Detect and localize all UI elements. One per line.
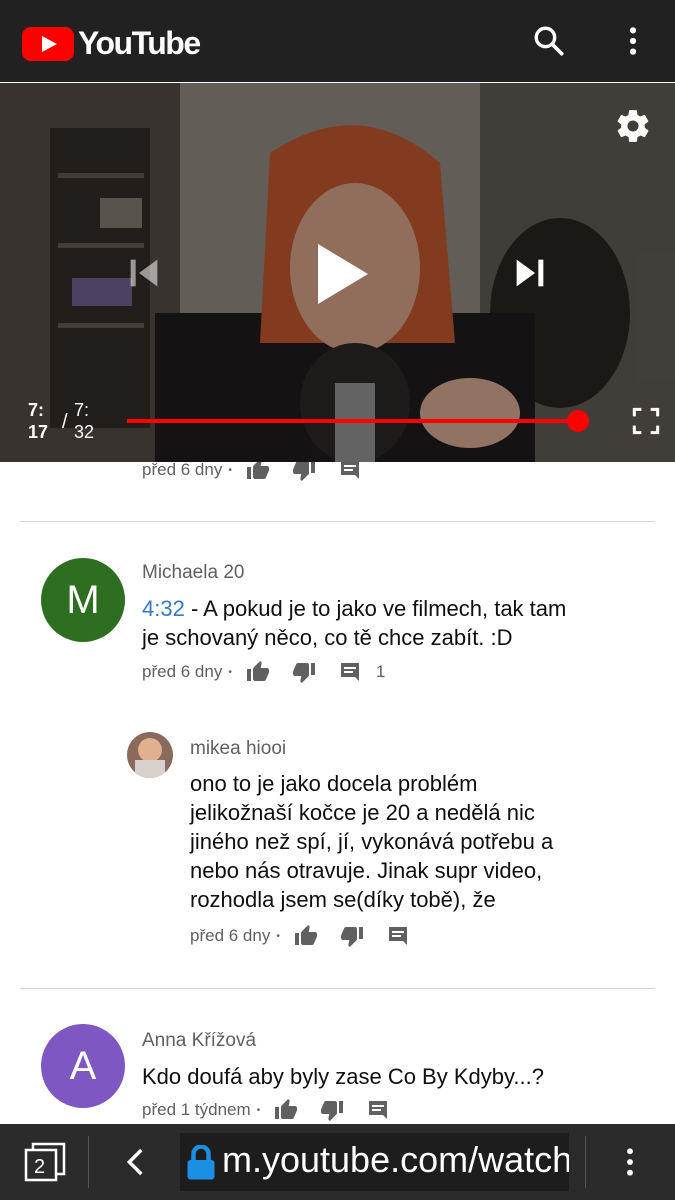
current-time-seconds: 17 <box>28 422 49 442</box>
dislike-icon[interactable] <box>290 660 318 684</box>
comment-text-line: jelikožnaší kočce je 20 a nedělá nic <box>190 800 535 825</box>
app-header: YouTube <box>0 0 675 82</box>
reply-icon[interactable] <box>384 924 412 948</box>
previous-icon[interactable] <box>124 253 164 293</box>
separator-dot: • <box>256 1104 261 1116</box>
comment-time: před 1 týdnem <box>142 1100 251 1119</box>
comment-divider <box>20 521 655 522</box>
like-icon[interactable] <box>272 1098 300 1122</box>
browser-toolbar: 2 m.youtube.com/watch?v= <box>0 1124 675 1200</box>
comment-author[interactable]: mikea hiooi <box>190 738 286 760</box>
comment-text-line: ono to je jako docela problém <box>190 771 478 796</box>
timestamp-link[interactable]: 4:32 <box>142 596 185 621</box>
dislike-icon[interactable] <box>338 924 366 948</box>
comment-time: před 6 dny <box>142 462 223 479</box>
like-icon[interactable] <box>244 462 272 482</box>
current-time: 7: 17 <box>28 399 48 443</box>
comment-text-line: je schovaný něco, co tě chce zabít. :D <box>142 625 513 650</box>
reply-icon[interactable] <box>364 1098 392 1122</box>
more-vert-icon[interactable] <box>614 1146 646 1178</box>
separator-dot: • <box>228 666 232 678</box>
comment-text: 4:32 - A pokud je to jako ve filmech, ta… <box>142 594 642 652</box>
fullscreen-icon[interactable] <box>632 407 660 435</box>
current-time-minutes: 7: <box>28 400 45 420</box>
comment-divider <box>20 988 655 989</box>
like-icon[interactable] <box>244 660 272 684</box>
time-separator: / <box>62 411 68 433</box>
like-icon[interactable] <box>292 924 320 948</box>
comment-author[interactable]: Michaela 20 <box>142 562 244 584</box>
tab-count: 2 <box>34 1156 46 1178</box>
comment-text-line: rozhodla jsem se(díky tobě), že <box>190 887 496 912</box>
avatar-letter: A <box>69 1043 97 1088</box>
comment-text-line: jiného než spí, jí, vykonává potřebu a <box>190 829 554 854</box>
separator-dot: • <box>276 930 280 942</box>
address-bar[interactable]: m.youtube.com/watch?v= <box>180 1133 569 1191</box>
youtube-logo-text: YouTube <box>78 25 201 61</box>
dislike-icon[interactable] <box>318 1098 346 1122</box>
url-text: m.youtube.com/watch?v= <box>222 1139 569 1180</box>
avatar[interactable]: M <box>41 558 125 642</box>
comment-text-line: nebo nás otravuje. Jinak supr video, <box>190 858 543 883</box>
comments-section: před 6 dny • M Michaela 20 4:32 - A poku… <box>0 462 675 1124</box>
youtube-play-logo-icon <box>22 26 74 61</box>
toolbar-divider <box>88 1136 89 1188</box>
progress-bar[interactable] <box>127 419 578 423</box>
comment-time: před 6 dny <box>190 926 271 945</box>
duration: 7: 32 <box>74 399 94 443</box>
comment-actions: před 6 dny • 1 <box>142 660 385 684</box>
dislike-icon[interactable] <box>290 462 318 482</box>
search-icon[interactable] <box>532 24 566 58</box>
duration-seconds: 32 <box>74 422 95 442</box>
toolbar-divider <box>585 1136 586 1188</box>
reply-icon[interactable] <box>336 660 364 684</box>
video-player[interactable]: 7: 17 / 7: 32 <box>0 83 675 462</box>
reply-count: 1 <box>375 662 386 681</box>
duration-minutes: 7: <box>74 400 90 420</box>
comment-time: před 6 dny <box>142 662 223 681</box>
back-icon[interactable] <box>120 1146 152 1178</box>
next-icon[interactable] <box>510 253 550 293</box>
reply-icon[interactable] <box>336 462 364 482</box>
play-icon[interactable] <box>312 239 374 309</box>
avatar-letter: M <box>66 577 100 622</box>
comment-actions: před 6 dny • <box>190 924 424 948</box>
comment-actions-partial: před 6 dny • <box>142 462 376 482</box>
scrubber-handle[interactable] <box>567 410 589 432</box>
separator-dot: • <box>228 464 232 476</box>
youtube-logo[interactable]: YouTube <box>22 25 201 62</box>
settings-icon[interactable] <box>614 107 652 145</box>
comment-text-line: 4:32 - A pokud je to jako ve filmech, ta… <box>142 594 642 623</box>
more-vert-icon[interactable] <box>616 24 650 58</box>
comment-text: ono to je jako docela problém jelikožnaš… <box>190 769 640 914</box>
lock-icon <box>187 1145 215 1180</box>
comment-text: Kdo doufá aby byly zase Co By Kdyby...? <box>142 1064 544 1089</box>
comment-text-rest: - A pokud je to jako ve filmech, tak tam <box>184 596 567 621</box>
avatar[interactable] <box>127 732 173 778</box>
tabs-button[interactable]: 2 <box>24 1142 66 1184</box>
comment-author[interactable]: Anna Křížová <box>142 1030 256 1052</box>
comment-actions: před 1 týdnem • <box>142 1098 404 1122</box>
avatar[interactable]: A <box>41 1024 125 1108</box>
